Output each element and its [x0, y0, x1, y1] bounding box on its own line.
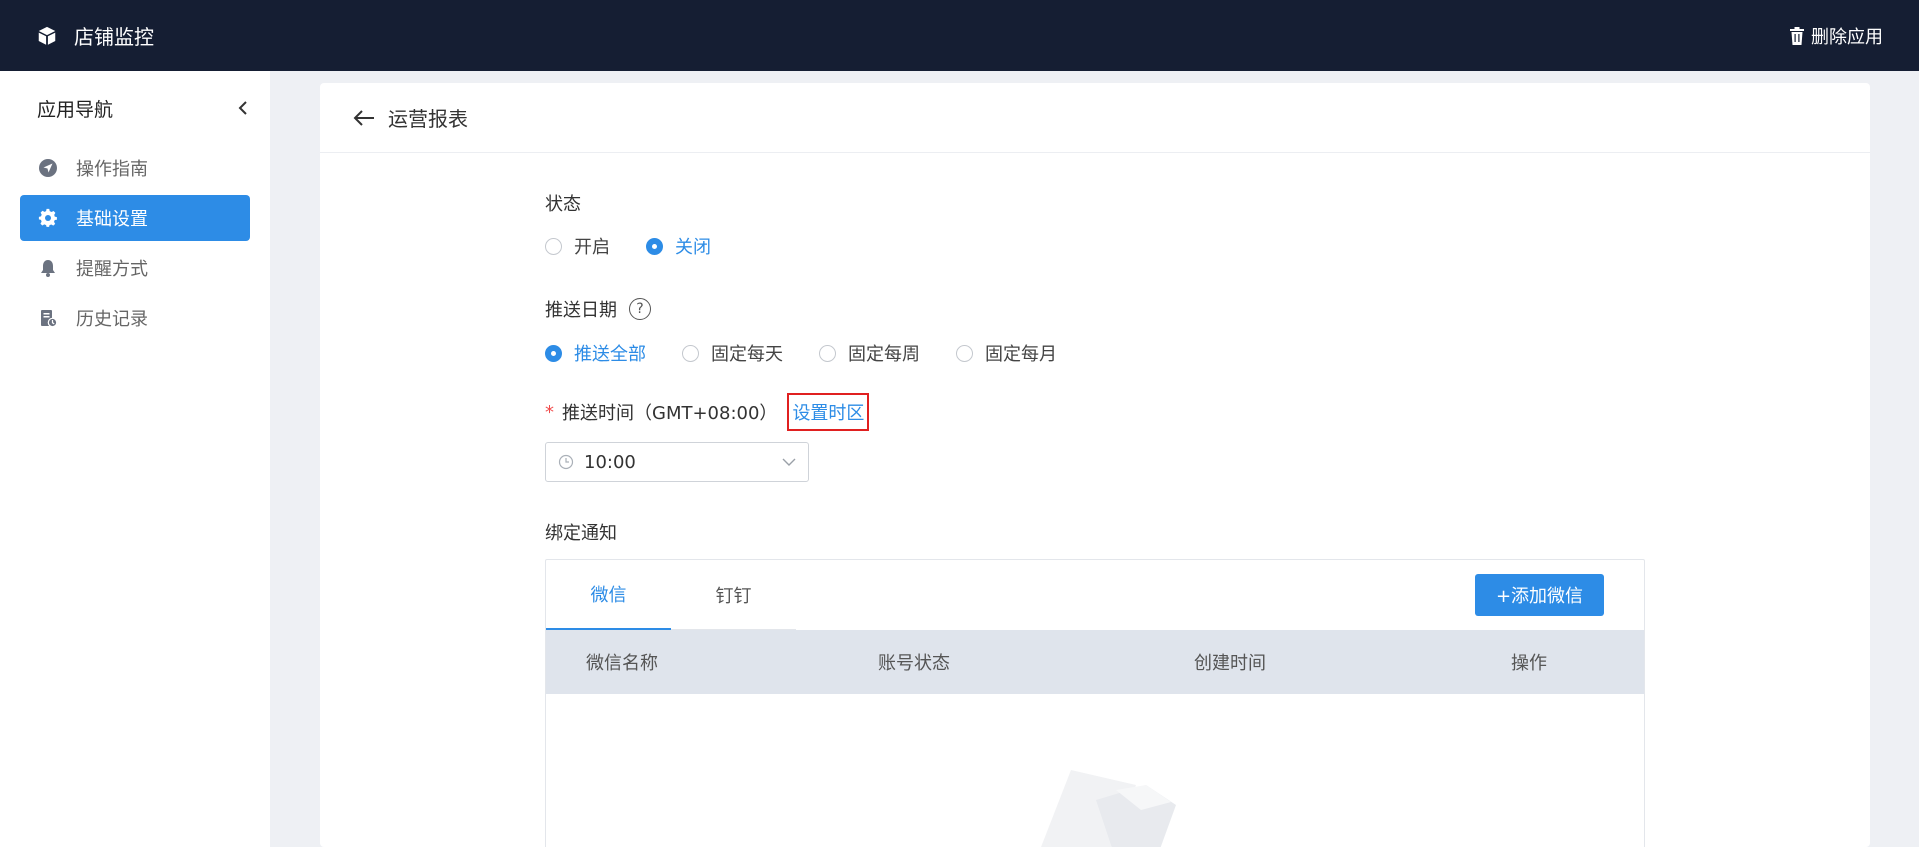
push-date-radio-monthly[interactable]: 固定每月	[956, 340, 1057, 366]
push-time-label: 推送时间（GMT+08:00）	[562, 403, 778, 424]
back-arrow-icon[interactable]	[352, 108, 376, 128]
gear-icon	[38, 208, 57, 227]
sidebar-item-history[interactable]: 历史记录	[20, 295, 250, 341]
radio-dot	[819, 344, 836, 362]
navigation-icon	[39, 159, 57, 177]
radio-label: 开启	[574, 237, 610, 258]
radio-dot	[682, 344, 699, 362]
column-header: 操作	[1511, 653, 1547, 674]
app-brand: 店铺监控	[36, 21, 154, 50]
sidebar-item-guide[interactable]: 操作指南	[20, 145, 250, 191]
app-title: 店铺监控	[74, 25, 154, 49]
sidebar-header: 应用导航	[0, 71, 270, 145]
required-marker: *	[545, 401, 554, 423]
radio-label: 固定每月	[985, 344, 1057, 365]
status-label: 状态	[545, 194, 581, 215]
sidebar: 应用导航 操作指南 基础设置 提醒方式 历史记录	[0, 71, 270, 847]
radio-dot	[646, 237, 663, 255]
top-bar: 店铺监控 删除应用	[0, 0, 1919, 71]
push-date-label: 推送日期	[545, 300, 617, 321]
sidebar-item-label: 操作指南	[76, 159, 148, 180]
delete-app-button[interactable]: 删除应用	[1789, 23, 1883, 49]
push-date-radio-daily[interactable]: 固定每天	[682, 340, 783, 366]
column-header: 创建时间	[1194, 653, 1266, 674]
empty-state-illustration	[1041, 770, 1176, 847]
sidebar-item-reminder[interactable]: 提醒方式	[20, 245, 250, 291]
radio-label: 固定每天	[711, 344, 783, 365]
push-date-radio-weekly[interactable]: 固定每周	[819, 340, 920, 366]
push-date-radio-all[interactable]: 推送全部	[545, 340, 646, 366]
push-date-label-row: 推送日期 ?	[545, 296, 651, 322]
push-time-value: 10:00	[584, 451, 636, 473]
notify-tabs: 微信 钉钉 +添加微信	[546, 560, 1644, 630]
status-radio-on[interactable]: 开启	[545, 233, 610, 259]
radio-dot	[545, 237, 562, 255]
sidebar-item-label: 历史记录	[76, 309, 148, 330]
tab-wechat[interactable]: 微信	[546, 560, 671, 630]
radio-label: 固定每周	[848, 344, 920, 365]
page-title: 运营报表	[388, 107, 468, 131]
column-header: 微信名称	[586, 653, 658, 674]
sidebar-title: 应用导航	[37, 98, 114, 121]
notify-panel: 微信 钉钉 +添加微信 微信名称 账号状态 创建时间 操作	[545, 559, 1645, 847]
box-icon	[38, 26, 56, 45]
status-radio-group: 开启 关闭	[545, 233, 747, 259]
radio-dot	[545, 344, 562, 362]
column-header: 账号状态	[878, 653, 950, 674]
page-header: 运营报表	[320, 83, 1870, 153]
chevron-down-icon	[782, 458, 796, 466]
push-time-label-row: * 推送时间（GMT+08:00） 设置时区	[545, 393, 870, 431]
tab-dingtalk[interactable]: 钉钉	[671, 560, 796, 630]
delete-app-label: 删除应用	[1811, 26, 1883, 48]
help-icon[interactable]: ?	[629, 298, 651, 320]
status-radio-off[interactable]: 关闭	[646, 233, 711, 259]
radio-dot	[956, 344, 973, 362]
push-date-radio-group: 推送全部 固定每天 固定每周 固定每月	[545, 340, 1093, 366]
sidebar-item-label: 提醒方式	[76, 259, 148, 280]
history-icon	[41, 310, 58, 328]
add-wechat-button[interactable]: +添加微信	[1475, 574, 1604, 616]
trash-icon	[1790, 26, 1804, 45]
main-card: 运营报表 状态 开启 关闭 推送日期 ? 推送全部 固定每天 固定每周 固定每月…	[320, 83, 1870, 847]
radio-label: 关闭	[675, 237, 711, 258]
bell-icon	[41, 260, 55, 277]
bind-notify-label: 绑定通知	[545, 523, 617, 544]
chevron-left-icon[interactable]	[236, 99, 250, 117]
sidebar-item-label: 基础设置	[76, 209, 148, 230]
set-timezone-link[interactable]: 设置时区	[787, 393, 870, 431]
clock-icon	[558, 454, 574, 470]
sidebar-item-basic-settings[interactable]: 基础设置	[20, 195, 250, 241]
push-time-picker[interactable]: 10:00	[545, 442, 809, 482]
radio-label: 推送全部	[574, 344, 646, 365]
table-header: 微信名称 账号状态 创建时间 操作	[546, 630, 1644, 694]
